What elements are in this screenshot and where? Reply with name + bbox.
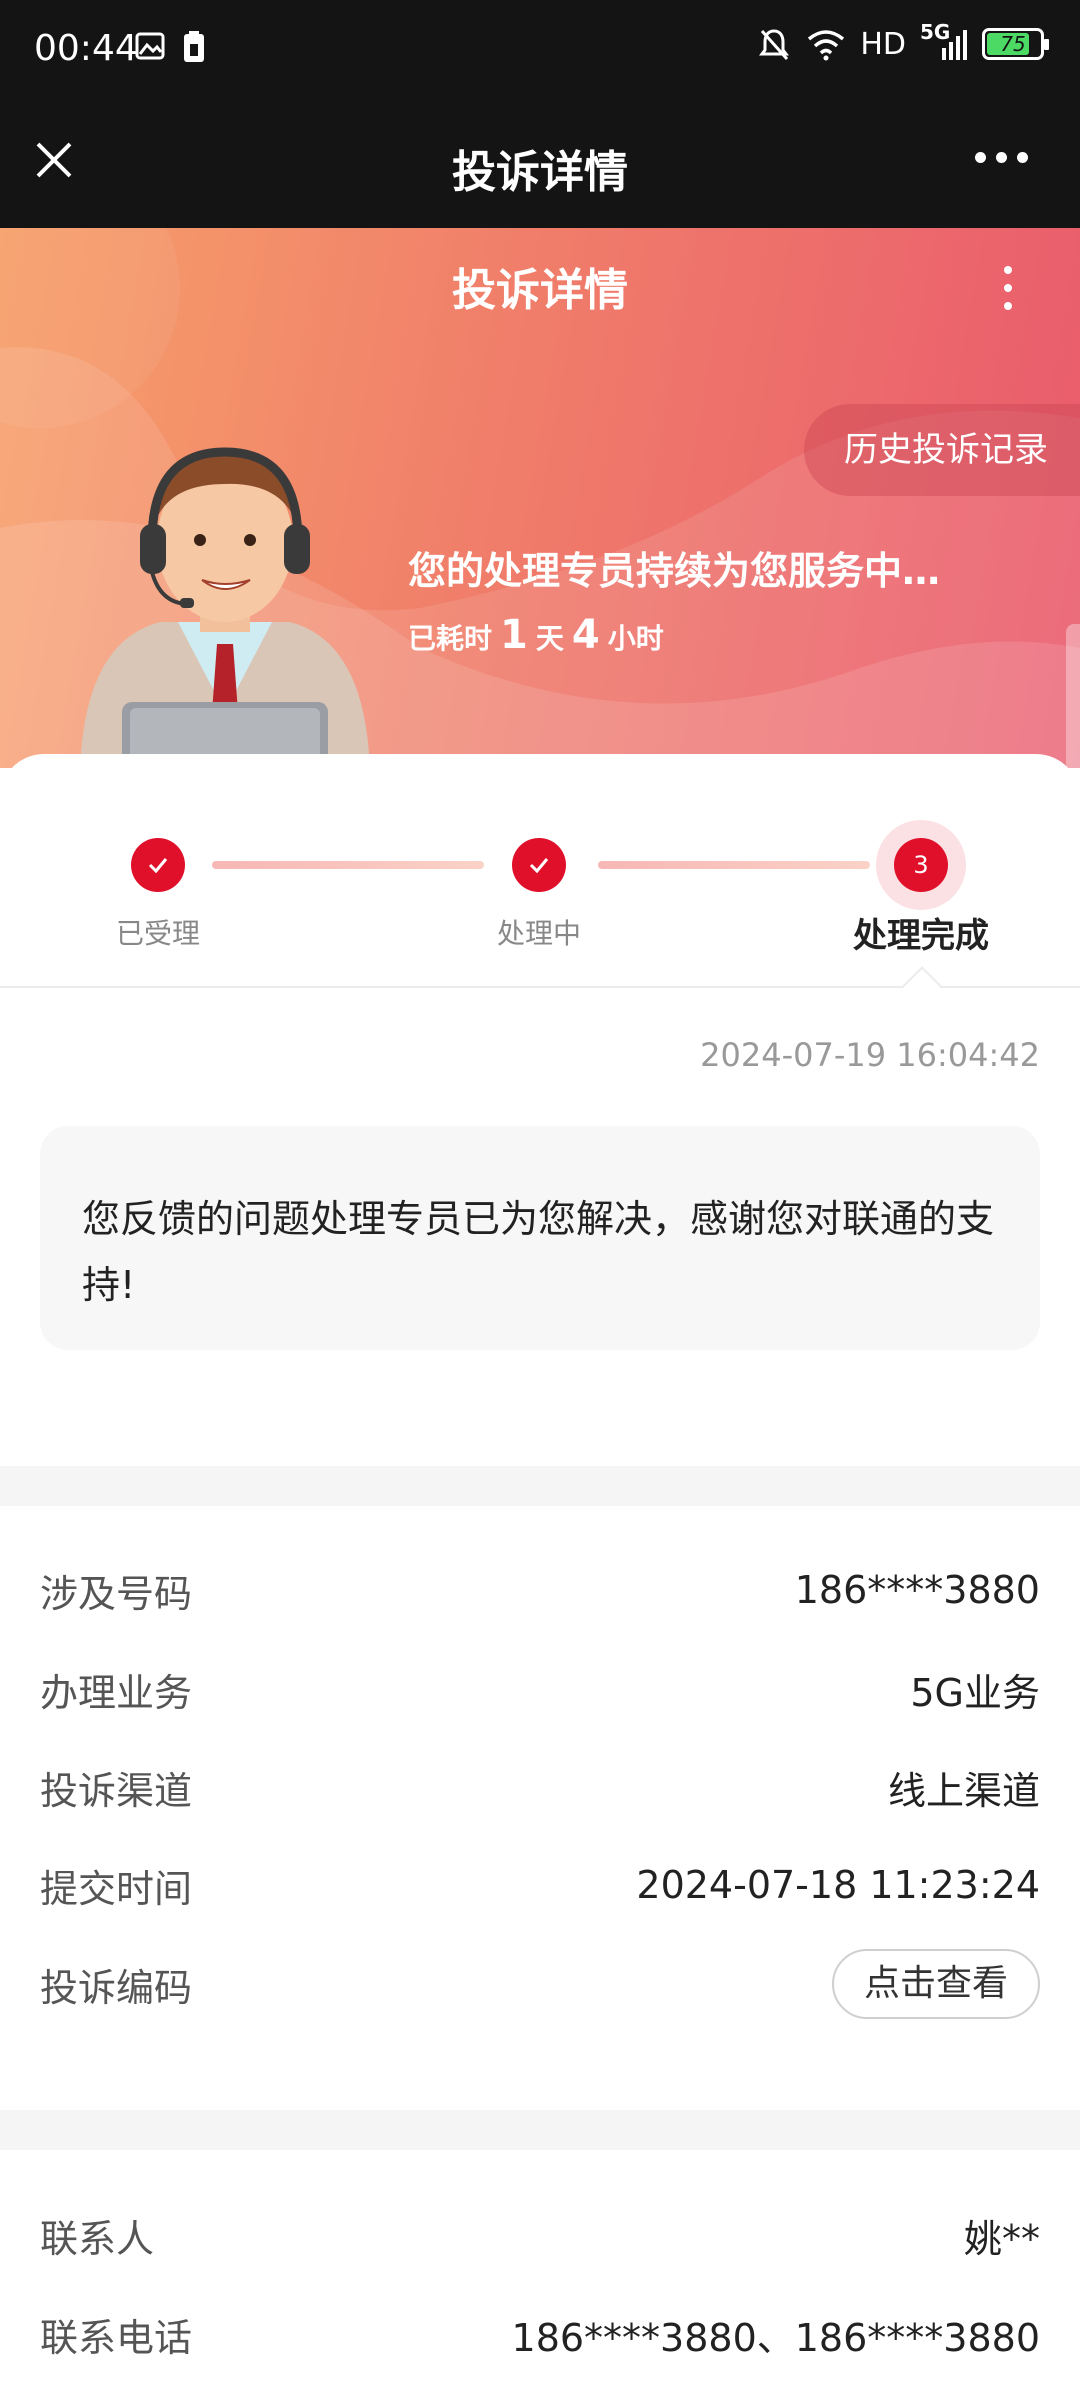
gallery-icon <box>135 32 165 60</box>
section-divider <box>0 2110 1080 2150</box>
submit-time-label: 提交时间 <box>40 1866 193 1911</box>
cell-signal-icon: 5G <box>920 20 968 62</box>
history-complaints-button[interactable]: 历史投诉记录 <box>804 404 1080 496</box>
hero-title: 投诉详情 <box>452 265 628 316</box>
channel-value: 线上渠道 <box>887 1768 1040 1813</box>
info-row-channel: 投诉渠道 线上渠道 <box>40 1757 1040 1817</box>
step-1-label: 已受理 <box>115 917 200 950</box>
info-row-service: 办理业务 5G业务 <box>40 1659 1040 1719</box>
hd-indicator: HD <box>860 26 906 62</box>
hero-menu-icon[interactable] <box>1004 266 1012 310</box>
service-value: 5G业务 <box>910 1670 1040 1715</box>
contact-name-label: 联系人 <box>40 2216 155 2261</box>
number-value: 186****3880 <box>794 1568 1040 1612</box>
progress-steps: 3 已受理 处理中 处理完成 <box>0 754 1080 988</box>
step-3-label: 处理完成 <box>853 916 989 956</box>
view-complaint-code-button[interactable]: 点击查看 <box>831 1949 1040 2019</box>
more-options-icon[interactable] <box>975 152 1028 163</box>
step-2-check-icon <box>512 838 566 892</box>
step-2-label: 处理中 <box>496 917 581 950</box>
info-row-submit-time: 提交时间 2024-07-18 11:23:24 <box>40 1855 1040 1915</box>
side-drawer-handle[interactable] <box>1066 624 1080 768</box>
wifi-icon <box>808 30 845 61</box>
contact-phone-label: 联系电话 <box>40 2315 193 2360</box>
elapsed-hours: 4 <box>571 612 600 658</box>
result-message: 您反馈的问题处理专员已为您解决，感谢您对联通的支持! <box>40 1126 1040 1350</box>
contact-name-value: 姚** <box>963 2216 1040 2261</box>
battery-level: 75 <box>1000 32 1026 56</box>
section-divider <box>0 1466 1080 1506</box>
info-row-contact-name: 联系人 姚** <box>40 2205 1040 2265</box>
step-2-connector <box>598 861 870 869</box>
battery-icon: 75 <box>982 28 1049 60</box>
bell-muted-icon <box>759 29 790 60</box>
elapsed-days: 1 <box>500 612 528 658</box>
elapsed-time: 已耗时 1 天 4 小时 <box>408 612 664 658</box>
hero-status-message: 您的处理专员持续为您服务中… <box>408 549 941 593</box>
channel-label: 投诉渠道 <box>40 1768 193 1813</box>
service-label: 办理业务 <box>40 1670 193 1715</box>
elapsed-day-unit: 天 <box>535 622 564 655</box>
elapsed-hour-unit: 小时 <box>607 622 664 655</box>
storage-icon <box>184 31 204 62</box>
nav-title: 投诉详情 <box>452 147 628 198</box>
status-time: 00:44 <box>34 28 138 69</box>
contact-phone-value: 186****3880、186****3880 <box>511 2315 1040 2360</box>
status-system-icons: HD 5G 75 <box>756 20 1049 62</box>
info-row-contact-phone: 联系电话 186****3880、186****3880 <box>40 2304 1040 2364</box>
step-1-connector <box>212 861 484 869</box>
submit-time-value: 2024-07-18 11:23:24 <box>636 1863 1040 1907</box>
number-label: 涉及号码 <box>40 1571 193 1616</box>
step-1-check-icon <box>131 838 185 892</box>
complaint-code-label: 投诉编码 <box>40 1965 193 2010</box>
step-3-number: 3 <box>894 838 948 892</box>
info-row-complaint-code: 投诉编码 点击查看 <box>40 1949 1040 2019</box>
status-notification-icons <box>134 30 208 64</box>
elapsed-prefix: 已耗时 <box>408 622 493 655</box>
status-bar: 00:44 HD 5G 75 <box>0 0 1080 100</box>
customer-service-agent-illustration <box>80 447 370 768</box>
top-nav-bar: 投诉详情 <box>0 100 1080 228</box>
info-row-number: 涉及号码 186****3880 <box>40 1560 1040 1620</box>
result-timestamp: 2024-07-19 16:04:42 <box>700 1036 1040 1074</box>
hero-banner: 投诉详情 历史投诉记录 您的处理专员持续为您服务中… 已耗时 1 天 4 小时 <box>0 228 1080 768</box>
